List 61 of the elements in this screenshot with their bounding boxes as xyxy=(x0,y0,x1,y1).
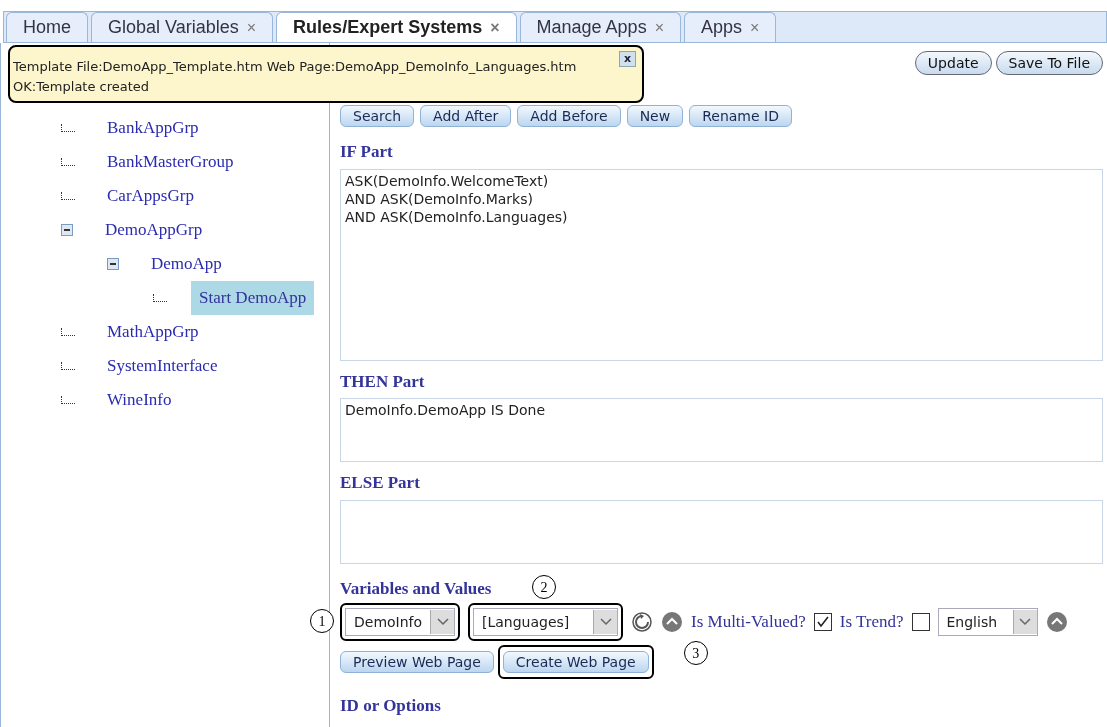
chevron-icon xyxy=(1012,610,1037,634)
web-page-button[interactable]: Preview Web Page xyxy=(340,651,494,673)
tree-connector-icon xyxy=(61,362,75,370)
close-icon[interactable]: × xyxy=(490,15,500,40)
section-heading: THEN Part xyxy=(340,370,426,393)
web-page-button[interactable]: Create Web Page xyxy=(502,651,649,673)
tree-connector-icon xyxy=(61,396,75,404)
tab[interactable]: Manage Apps × xyxy=(519,12,681,42)
callout-number: 1 xyxy=(310,609,334,633)
section-heading: Variables and Values xyxy=(340,577,492,600)
tab[interactable]: Apps × xyxy=(684,12,777,42)
rule-button[interactable]: Search xyxy=(340,105,415,127)
tab[interactable]: Global Variables × xyxy=(91,12,274,42)
tree-connector-icon xyxy=(153,294,167,302)
tree-item[interactable]: DemoAppGrp xyxy=(97,213,211,247)
rule-textarea[interactable]: ASK(DemoInfo.WelcomeText) AND ASK(DemoInfo.Marks) AND ASK(DemoInfo.Languages) xyxy=(340,168,1103,361)
collapse-icon[interactable] xyxy=(61,224,73,236)
toolbar-button[interactable]: Save To File xyxy=(995,51,1103,75)
close-icon[interactable]: × xyxy=(750,15,760,40)
dropdown[interactable]: English xyxy=(937,608,1038,636)
tree-item[interactable]: DemoApp xyxy=(143,247,230,281)
toolbar-button[interactable]: Update xyxy=(914,51,992,75)
rule-button[interactable]: Add After xyxy=(420,105,512,127)
tree-item[interactable]: SystemInterface xyxy=(99,349,226,383)
tree-connector-icon xyxy=(61,192,75,200)
trend-label: Is Trend? xyxy=(839,611,904,634)
rule-textarea[interactable]: DemoInfo.DemoApp IS Done xyxy=(340,398,1103,462)
callout-number: 3 xyxy=(683,641,708,665)
chevron-icon xyxy=(430,610,454,634)
notification-message: Template File:DemoApp_Template.htm Web Page:DemoApp_DemoInfo_Languages.htm OK:Template created xyxy=(13,58,578,96)
dropdown[interactable]: DemoInfo xyxy=(345,608,455,636)
collapse-up-icon[interactable] xyxy=(1045,611,1068,633)
collapse-icon[interactable] xyxy=(107,258,119,270)
close-button[interactable]: x xyxy=(618,51,636,67)
chevron-icon xyxy=(593,610,617,634)
tree-connector-icon xyxy=(61,158,75,166)
multi-valued-label: Is Multi-Valued? xyxy=(691,611,806,634)
tab[interactable]: Rules/Expert Systems × xyxy=(276,12,517,42)
checkbox[interactable] xyxy=(911,613,930,631)
rule-button[interactable]: New xyxy=(626,105,684,127)
tree-item[interactable]: Start DemoApp xyxy=(191,281,315,315)
dropdown[interactable]: [Languages] xyxy=(473,608,618,636)
tree-item[interactable]: WineInfo xyxy=(99,383,180,417)
tree-connector-icon xyxy=(61,124,75,132)
tree-item[interactable]: BankMasterGroup xyxy=(99,145,242,179)
tree-item[interactable]: MathAppGrp xyxy=(99,315,207,349)
collapse-up-icon[interactable] xyxy=(661,611,683,633)
tab[interactable]: Home xyxy=(6,12,88,42)
callout-number: 2 xyxy=(532,575,556,599)
section-heading: ID or Options xyxy=(340,695,442,717)
tree-connector-icon xyxy=(61,328,75,336)
refresh-icon[interactable] xyxy=(631,611,653,633)
section-heading: IF Part xyxy=(340,141,394,163)
close-icon[interactable]: × xyxy=(654,15,664,40)
rule-button[interactable]: Rename ID xyxy=(689,105,792,127)
tree-item[interactable]: BankAppGrp xyxy=(99,111,207,145)
tree-item[interactable]: CarAppsGrp xyxy=(99,179,202,213)
rule-button[interactable]: Add Before xyxy=(517,105,621,127)
section-heading: ELSE Part xyxy=(340,472,421,494)
checkbox[interactable] xyxy=(813,613,832,631)
close-icon[interactable]: × xyxy=(246,15,257,40)
